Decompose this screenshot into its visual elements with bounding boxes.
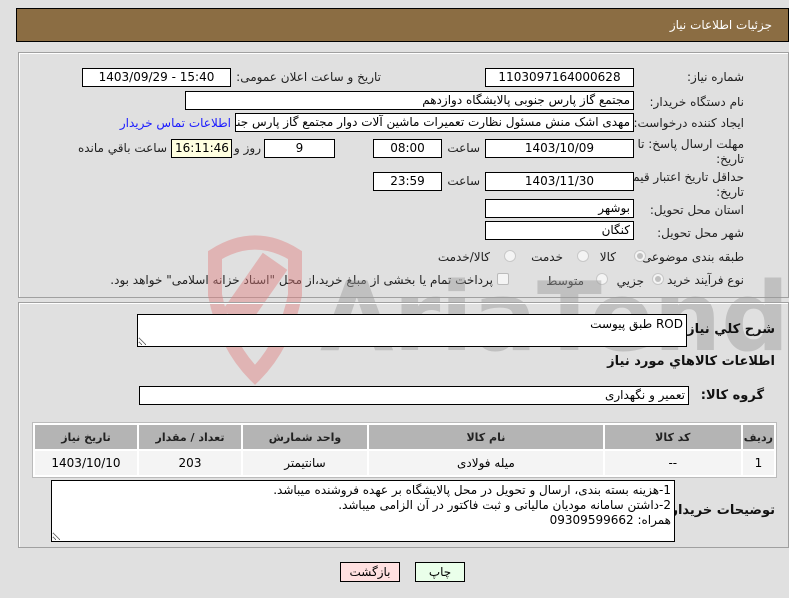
purchase-type-option-minor: جزیي bbox=[616, 274, 644, 288]
price-validity-label-2: تاریخ: bbox=[716, 185, 744, 199]
remaining-days-field: 9 bbox=[264, 139, 335, 158]
response-time-field[interactable]: 08:00 bbox=[373, 139, 442, 158]
purchase-type-label: نوع فرآیند خرید : bbox=[659, 273, 744, 287]
page-title: جزئیات اطلاعات نیاز bbox=[669, 18, 772, 32]
need-number-field[interactable]: 1103097164000628 bbox=[485, 68, 634, 87]
cell-need-date: 1403/10/10 bbox=[35, 451, 137, 475]
days-label: روز و bbox=[234, 141, 261, 155]
category-option-goods: کالا bbox=[599, 250, 616, 264]
category-option-goods-service: کالا/خدمت bbox=[437, 250, 490, 264]
cell-unit: سانتیمتر bbox=[243, 451, 367, 475]
items-table-wrapper: ردیف کد کالا نام کالا واحد شمارش تعداد /… bbox=[32, 422, 777, 478]
description-textarea[interactable]: ROD طبق پیوست bbox=[137, 314, 687, 347]
col-quantity: تعداد / مقدار bbox=[139, 425, 241, 449]
goods-group-label: گروه کالا: bbox=[700, 388, 764, 403]
announce-datetime-field[interactable]: 1403/09/29 - 15:40 bbox=[82, 68, 231, 87]
col-goods-code: کد کالا bbox=[604, 425, 741, 449]
purchase-type-option-medium: متوسط bbox=[546, 274, 584, 288]
col-row-number: ردیف bbox=[742, 425, 774, 449]
description-label: شرح کلي نياز: bbox=[681, 322, 775, 337]
category-radio-service[interactable] bbox=[577, 250, 589, 262]
cell-quantity: 203 bbox=[139, 451, 241, 475]
category-radio-goods-service[interactable] bbox=[504, 250, 516, 262]
items-table: ردیف کد کالا نام کالا واحد شمارش تعداد /… bbox=[33, 423, 776, 477]
response-deadline-label-1: مهلت ارسال پاسخ: تا bbox=[637, 137, 744, 151]
buyer-contact-link[interactable]: اطلاعات تماس خریدار bbox=[120, 116, 231, 130]
treasury-note: پرداخت تمام یا بخشی از مبلغ خرید،از محل … bbox=[110, 273, 493, 287]
back-button[interactable]: بازگشت bbox=[340, 562, 400, 582]
delivery-city-label: شهر محل تحویل: bbox=[657, 226, 744, 240]
price-validity-time-label: ساعت bbox=[447, 174, 480, 188]
announce-datetime-label: تاریخ و ساعت اعلان عمومی: bbox=[236, 70, 381, 84]
delivery-city-field[interactable]: کنگان bbox=[485, 221, 634, 240]
need-number-label: شماره نیاز: bbox=[687, 70, 744, 84]
purchase-type-radio-minor[interactable] bbox=[652, 273, 664, 285]
col-unit: واحد شمارش bbox=[243, 425, 367, 449]
buyer-notes-label: توضیحات خریدار: bbox=[665, 503, 775, 518]
page-header: جزئیات اطلاعات نیاز bbox=[16, 8, 789, 42]
remaining-time-label: ساعت باقي مانده bbox=[77, 141, 167, 155]
delivery-province-label: استان محل تحویل: bbox=[649, 203, 744, 217]
response-time-label: ساعت bbox=[447, 141, 480, 155]
response-date-field[interactable]: 1403/10/09 bbox=[485, 139, 634, 158]
goods-group-field[interactable]: تعمیر و نگهداری bbox=[139, 386, 689, 405]
print-button[interactable]: چاپ bbox=[415, 562, 465, 582]
table-row: 1 -- میله فولادی سانتیمتر 203 1403/10/10 bbox=[35, 451, 774, 475]
cell-goods-name: میله فولادی bbox=[369, 451, 603, 475]
cell-row-number: 1 bbox=[742, 451, 774, 475]
price-validity-date-field[interactable]: 1403/11/30 bbox=[485, 172, 634, 191]
items-table-header: ردیف کد کالا نام کالا واحد شمارش تعداد /… bbox=[35, 425, 774, 449]
col-goods-name: نام کالا bbox=[369, 425, 603, 449]
response-deadline-label-2: تاریخ: bbox=[716, 152, 744, 166]
remaining-time-field: 16:11:46 bbox=[171, 139, 232, 158]
col-need-date: تاریخ نیاز bbox=[35, 425, 137, 449]
category-option-service: خدمت bbox=[531, 250, 563, 264]
buyer-org-field[interactable]: مجتمع گاز پارس جنوبی پالایشگاه دوازدهم bbox=[185, 91, 634, 110]
delivery-province-field[interactable]: بوشهر bbox=[485, 199, 634, 218]
category-label: طبقه بندی موضوعی: bbox=[637, 250, 744, 264]
buyer-notes-textarea[interactable]: 1-هزینه بسته بندی، ارسال و تحویل در محل … bbox=[51, 480, 675, 542]
requester-label: ایجاد کننده درخواست: bbox=[633, 116, 744, 130]
cell-goods-code: -- bbox=[604, 451, 741, 475]
treasury-checkbox[interactable] bbox=[497, 273, 509, 285]
category-radio-goods[interactable] bbox=[634, 250, 646, 262]
price-validity-time-field[interactable]: 23:59 bbox=[373, 172, 442, 191]
purchase-type-radio-medium[interactable] bbox=[596, 273, 608, 285]
buyer-org-label: نام دستگاه خریدار: bbox=[649, 95, 745, 109]
items-section-title: اطلاعات کالاهاي مورد نياز bbox=[607, 354, 775, 369]
requester-field[interactable]: مهدی اشک منش مسئول نظارت تعمیرات ماشین آ… bbox=[235, 113, 634, 132]
